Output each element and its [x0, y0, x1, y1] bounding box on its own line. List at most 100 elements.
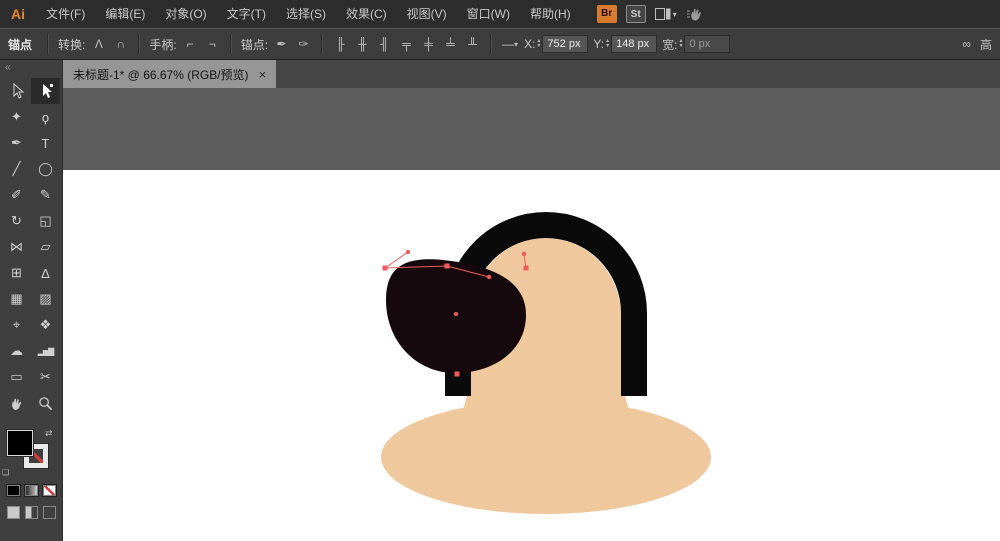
anchors-label: 锚点:: [240, 37, 269, 52]
canvas[interactable]: [63, 88, 1000, 541]
stroke-style-dropdown[interactable]: — ▾: [501, 34, 519, 54]
bridge-icon[interactable]: Br: [596, 5, 617, 23]
constrain-proportions-icon[interactable]: ∞: [958, 34, 975, 54]
ellipse-tool[interactable]: ◯: [31, 156, 60, 182]
draw-normal-icon[interactable]: [6, 506, 20, 519]
width-input[interactable]: 0 px: [684, 35, 731, 53]
gesture-hand-icon[interactable]: [686, 7, 704, 21]
perspective-grid-tool[interactable]: ∆: [31, 260, 60, 286]
menu-window[interactable]: 窗口(W): [457, 0, 520, 28]
gradient-tool[interactable]: ▨: [31, 286, 60, 312]
menu-select[interactable]: 选择(S): [276, 0, 336, 28]
handle-end-point[interactable]: [405, 249, 411, 255]
document-area: 未标题-1* @ 66.67% (RGB/预览) ×: [63, 60, 1000, 541]
align-top-icon[interactable]: ╤: [398, 34, 415, 54]
fill-color-swatch[interactable]: [7, 430, 33, 456]
scale-tool[interactable]: ◱: [31, 208, 60, 234]
menu-effect[interactable]: 效果(C): [336, 0, 397, 28]
type-tool[interactable]: T: [31, 130, 60, 156]
hand-tool[interactable]: [2, 390, 31, 416]
align-bottom-icon[interactable]: ╧: [442, 34, 459, 54]
remove-anchor-icon[interactable]: ✒: [273, 34, 290, 54]
pencil-tool[interactable]: ✎: [31, 182, 60, 208]
line-segment-tool[interactable]: ╱: [2, 156, 31, 182]
slice-tool[interactable]: ✂: [31, 364, 60, 390]
tools-panel: « ✦ ϙ ✒ T ╱ ◯ ✐ ✎ ↻ ◱ ⋈ ▱ ⊞ ∆ ▦ ▨ ⌖ ❖ ☁ …: [0, 60, 63, 541]
y-stepper[interactable]: ▴ ▾: [606, 38, 609, 49]
paintbrush-tool[interactable]: ✐: [2, 182, 31, 208]
anchor-point[interactable]: [382, 265, 388, 271]
anchor-point[interactable]: [454, 371, 460, 377]
swap-fill-stroke-icon[interactable]: ⇄: [45, 428, 53, 439]
x-label: X:: [524, 37, 536, 51]
rotate-tool[interactable]: ↻: [2, 208, 31, 234]
width-tool[interactable]: ⋈: [2, 234, 31, 260]
y-input[interactable]: 148 px: [611, 35, 658, 53]
menu-view[interactable]: 视图(V): [397, 0, 457, 28]
lasso-tool[interactable]: ϙ: [31, 104, 60, 130]
default-colors-icon[interactable]: ❏: [2, 468, 9, 477]
y-field: Y: ▴ ▾ 148 px: [593, 35, 658, 53]
x-input[interactable]: 752 px: [542, 35, 589, 53]
artboard-tool[interactable]: ▭: [2, 364, 31, 390]
pen-tool[interactable]: ✒: [2, 130, 31, 156]
document-tab[interactable]: 未标题-1* @ 66.67% (RGB/预览) ×: [63, 60, 277, 88]
mesh-tool[interactable]: ▦: [2, 286, 31, 312]
color-mode-buttons: [0, 484, 62, 497]
shape-builder-tool[interactable]: ⊞: [2, 260, 31, 286]
menu-file[interactable]: 文件(F): [36, 0, 95, 28]
show-handles-icon[interactable]: ⌐: [182, 34, 199, 54]
context-label: 锚点: [8, 37, 33, 52]
handle-end-point[interactable]: [486, 274, 492, 280]
anchor-point[interactable]: [444, 263, 450, 269]
menu-type[interactable]: 文字(T): [217, 0, 276, 28]
fill-stroke-swatches: ⇄ ❏: [0, 428, 62, 480]
hide-handles-icon[interactable]: ¬: [204, 34, 221, 54]
align-middle-icon[interactable]: ╪: [420, 34, 437, 54]
convert-smooth-icon[interactable]: ∩: [112, 34, 129, 54]
app-logo[interactable]: Ai: [0, 6, 36, 22]
body-shape[interactable]: [381, 400, 711, 514]
tab-title: 未标题-1* @ 66.67% (RGB/预览): [73, 67, 249, 82]
workspace-switcher[interactable]: ▾: [654, 8, 677, 20]
width-stepper[interactable]: ▴ ▾: [679, 38, 682, 49]
stepper-down-icon[interactable]: ▾: [679, 43, 682, 49]
distribute-icon[interactable]: ╨: [464, 34, 481, 54]
stepper-down-icon[interactable]: ▾: [537, 43, 540, 49]
none-button[interactable]: [41, 484, 57, 497]
column-graph-tool[interactable]: ▂▅▇: [31, 338, 60, 364]
align-center-icon[interactable]: ╫: [354, 34, 371, 54]
menu-help[interactable]: 帮助(H): [520, 0, 581, 28]
handle-end-point[interactable]: [521, 251, 527, 257]
draw-inside-icon[interactable]: [42, 506, 56, 519]
object-center-point[interactable]: [454, 312, 458, 316]
menu-edit[interactable]: 编辑(E): [95, 0, 155, 28]
y-label: Y:: [593, 37, 605, 51]
color-button[interactable]: [5, 484, 21, 497]
menu-object[interactable]: 对象(O): [155, 0, 216, 28]
eyedropper-tool[interactable]: ⌖: [2, 312, 31, 338]
direct-selection-tool[interactable]: [31, 78, 60, 104]
gradient-button[interactable]: [23, 484, 39, 497]
anchor-point[interactable]: [523, 265, 529, 271]
stepper-down-icon[interactable]: ▾: [606, 43, 609, 49]
selection-arrow-icon: [13, 83, 24, 99]
convert-corner-icon[interactable]: Λ: [90, 34, 107, 54]
divider: [321, 34, 324, 54]
draw-behind-icon[interactable]: [24, 506, 38, 519]
x-stepper[interactable]: ▴ ▾: [537, 38, 540, 49]
divider: [229, 34, 232, 54]
align-left-icon[interactable]: ╟: [332, 34, 349, 54]
add-anchor-icon[interactable]: ✑: [295, 34, 312, 54]
tab-close-icon[interactable]: ×: [259, 67, 267, 82]
symbol-sprayer-tool[interactable]: ☁: [2, 338, 31, 364]
stock-icon[interactable]: St: [625, 5, 646, 23]
blend-tool[interactable]: ❖: [31, 312, 60, 338]
magic-wand-tool[interactable]: ✦: [2, 104, 31, 130]
tab-bar: 未标题-1* @ 66.67% (RGB/预览) ×: [63, 60, 1000, 88]
panel-collapse-icon[interactable]: «: [0, 60, 62, 78]
free-transform-tool[interactable]: ▱: [31, 234, 60, 260]
zoom-tool[interactable]: [31, 390, 60, 416]
selection-tool[interactable]: [2, 78, 31, 104]
align-right-icon[interactable]: ╢: [376, 34, 393, 54]
